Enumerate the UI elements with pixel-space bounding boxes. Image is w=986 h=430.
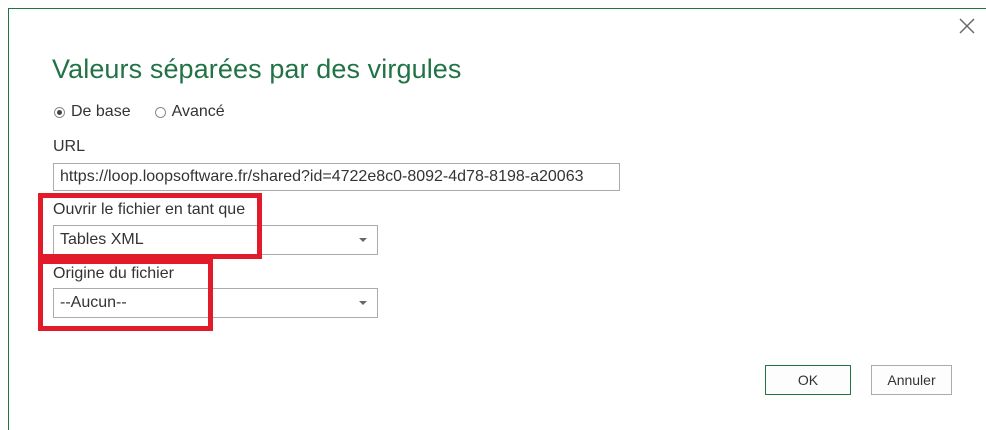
- url-label: URL: [53, 138, 86, 155]
- ok-button[interactable]: OK: [765, 365, 851, 395]
- chevron-down-icon: [359, 238, 367, 242]
- radio-basic-circle[interactable]: [54, 106, 65, 118]
- open-as-label: Ouvrir le fichier en tant que: [53, 201, 246, 218]
- radio-advanced-circle[interactable]: [154, 106, 166, 118]
- radio-basic[interactable]: De base: [54, 103, 131, 121]
- radio-advanced-label: Avancé: [171, 103, 225, 120]
- open-as-select[interactable]: Tables XML: [53, 225, 378, 255]
- dialog-title: Valeurs séparées par des virgules: [52, 54, 462, 84]
- radio-advanced[interactable]: Avancé: [154, 103, 225, 121]
- mode-radio-group: De base Avancé: [54, 103, 249, 121]
- cancel-button[interactable]: Annuler: [871, 365, 952, 395]
- url-input[interactable]: [53, 163, 620, 191]
- file-origin-select[interactable]: --Aucun--: [53, 288, 378, 318]
- close-icon[interactable]: [955, 14, 979, 38]
- chevron-down-icon: [359, 301, 367, 305]
- open-as-value: Tables XML: [60, 231, 144, 248]
- radio-basic-label: De base: [71, 103, 131, 120]
- file-origin-value: --Aucun--: [60, 294, 127, 311]
- file-origin-label: Origine du fichier: [53, 265, 174, 282]
